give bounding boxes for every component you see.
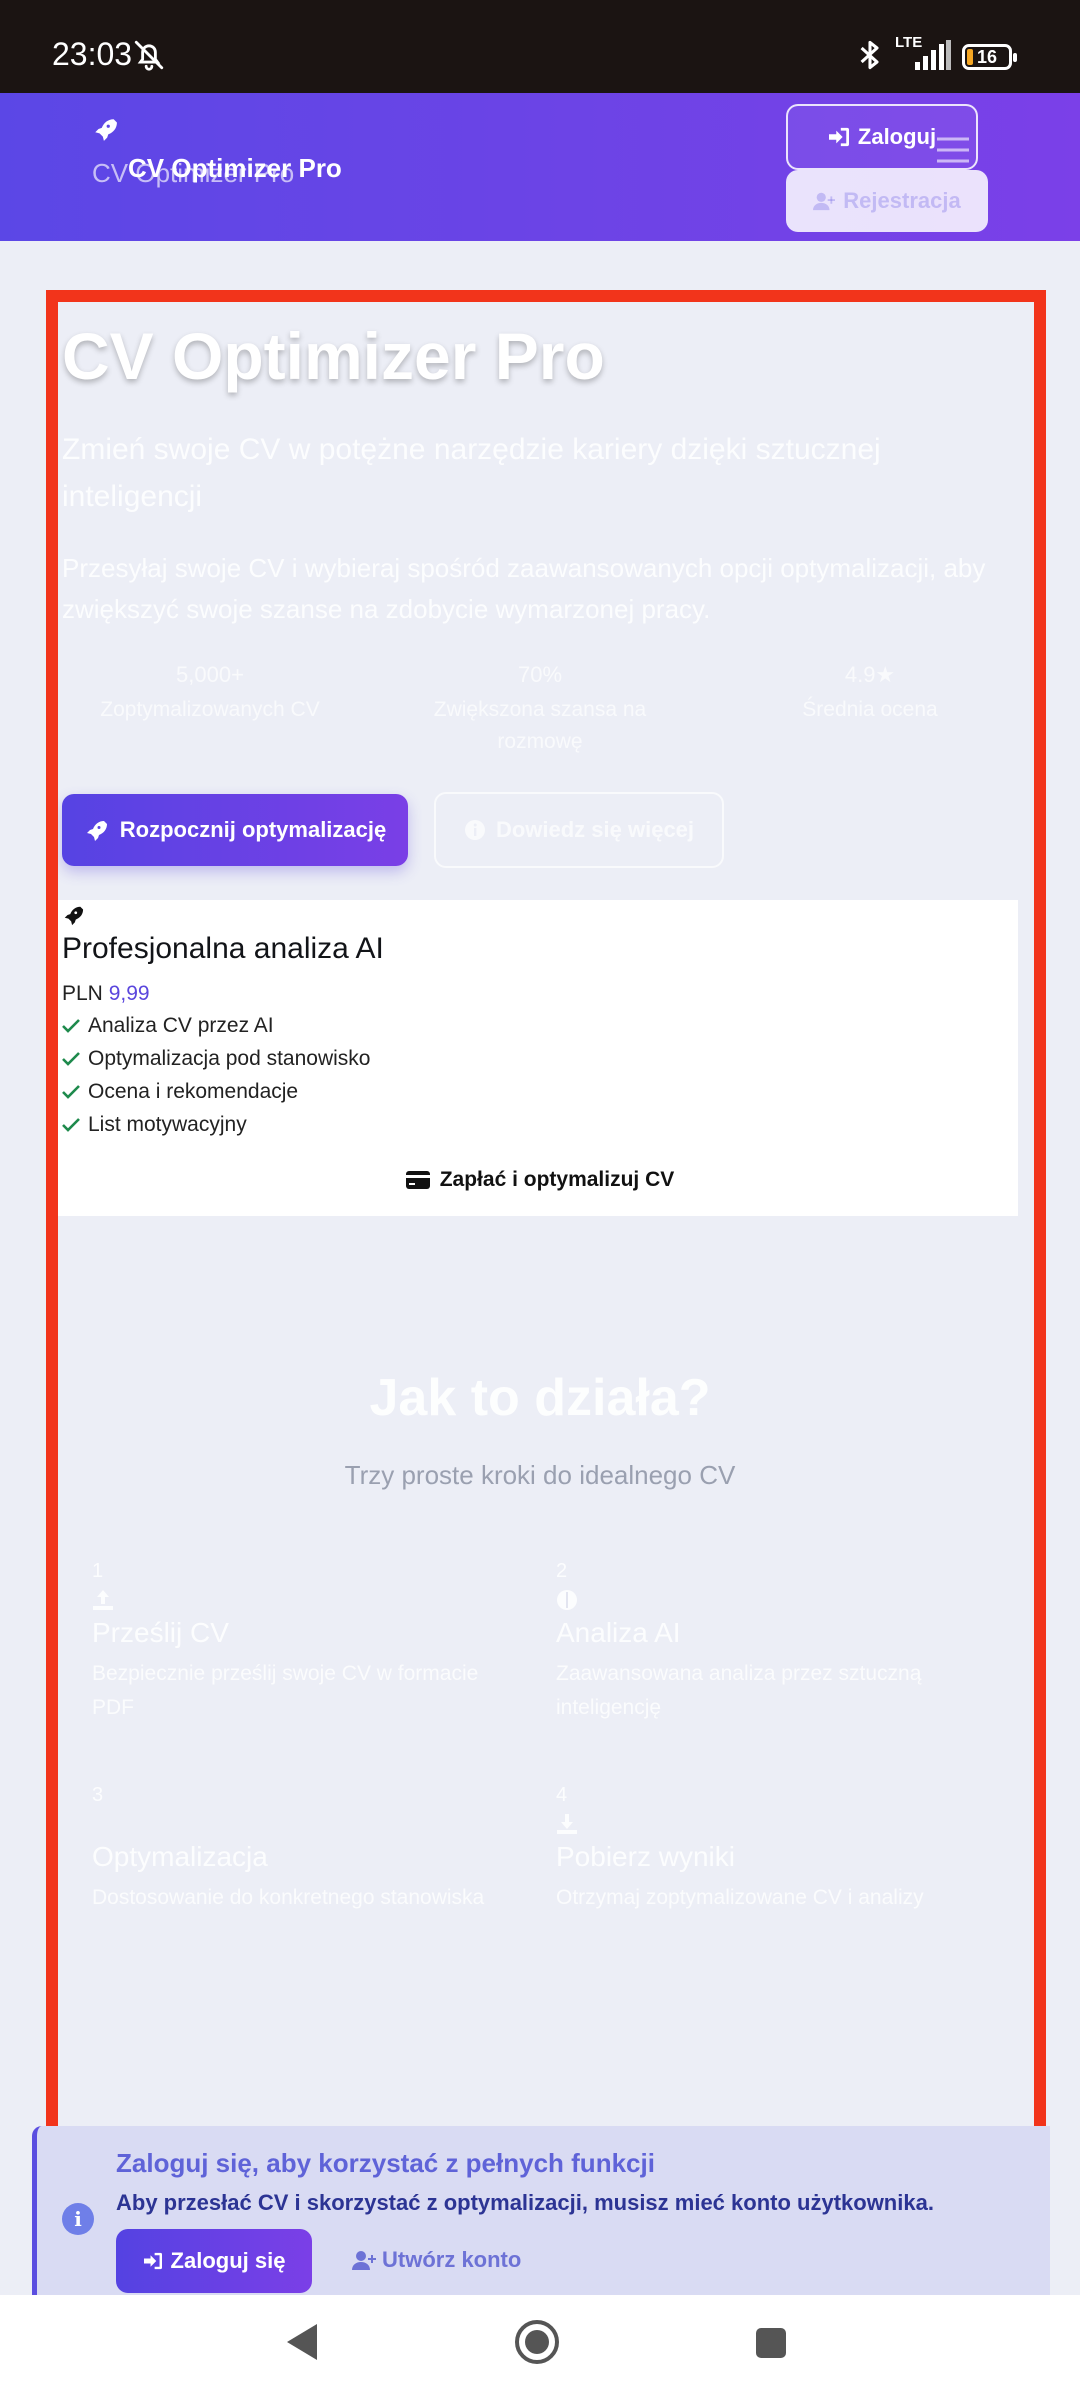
step-card: 3 Optymalizacja Dostosowanie do konkretn…	[92, 1784, 522, 1915]
upload-icon	[92, 1589, 522, 1611]
feature-label: Optymalizacja pod stanowisko	[88, 1047, 371, 1070]
step-number: 4	[556, 1784, 568, 1806]
recents-icon[interactable]	[756, 2328, 786, 2358]
price-amount: 9,99	[108, 982, 150, 1005]
info-icon	[464, 820, 485, 840]
stat-interview-chance: 70% Zwiększona szansa na rozmowę	[420, 662, 660, 758]
step-number: 1	[92, 1560, 104, 1582]
bluetooth-icon	[856, 38, 884, 77]
price-currency: PLN	[62, 982, 103, 1005]
feature-item: Optymalizacja pod stanowisko	[62, 1047, 370, 1071]
hero-subtitle: Zmień swoje CV w potężne narzędzie karie…	[62, 433, 881, 513]
create-account-link[interactable]: Utwórz konto	[352, 2247, 521, 2273]
sign-in-icon	[828, 127, 849, 147]
how-it-works-subtitle: Trzy proste kroki do idealnego CV	[344, 1460, 736, 1490]
step-card: 1 Prześlij CV Bezpiecznie prześlij swoje…	[92, 1560, 522, 1725]
pay-label: Zapłać i optymalizuj CV	[439, 1168, 675, 1191]
pricing-title: Profesjonalna analiza AI	[62, 932, 384, 965]
step-number: 3	[92, 1784, 104, 1806]
step-card: 4 Pobierz wyniki Otrzymaj zoptymalizowan…	[556, 1784, 986, 1915]
check-icon	[62, 1118, 80, 1132]
learn-more-button[interactable]: Dowiedz się więcej	[434, 792, 724, 868]
feature-label: Ocena i rekomendacje	[88, 1080, 299, 1103]
step-title: Optymalizacja	[92, 1841, 268, 1872]
feature-item: Ocena i rekomendacje	[62, 1080, 298, 1104]
stat-value: 5,000+	[176, 662, 244, 687]
rocket-icon	[86, 821, 107, 841]
download-icon	[556, 1813, 986, 1835]
check-icon	[62, 1085, 80, 1099]
step-title: Pobierz wyniki	[556, 1841, 735, 1872]
bell-muted-icon	[132, 38, 166, 77]
register-button[interactable]: Rejestracja	[786, 170, 988, 232]
brand-name[interactable]: CV Optimizer Pro	[128, 153, 342, 184]
stat-value: 70%	[517, 662, 563, 687]
check-icon	[62, 1052, 80, 1066]
learn-more-label: Dowiedz się więcej	[495, 817, 695, 842]
step-description: Otrzymaj zoptymalizowane CV i analizy	[556, 1886, 924, 1909]
banner-title: Zaloguj się, aby korzystać z pełnych fun…	[116, 2148, 655, 2178]
feature-label: List motywacyjny	[88, 1113, 247, 1136]
stat-label: Zoptymalizowanych CV	[100, 698, 320, 721]
step-number: 2	[556, 1560, 568, 1582]
stat-optimized: 5,000+ Zoptymalizowanych CV	[70, 662, 350, 726]
start-optimization-label: Rozpocznij optymalizację	[119, 817, 387, 842]
user-plus-icon	[813, 192, 836, 211]
credit-card-icon	[405, 1171, 430, 1189]
user-plus-icon	[352, 2251, 376, 2270]
step-title: Analiza AI	[556, 1617, 681, 1648]
start-optimization-button[interactable]: Rozpocznij optymalizację	[62, 794, 408, 866]
signal-icon	[915, 40, 951, 75]
register-label: Rejestracja	[843, 188, 961, 213]
how-it-works-title: Jak to działa?	[369, 1369, 711, 1427]
back-icon[interactable]	[283, 2322, 319, 2367]
pay-and-optimize-button[interactable]: Zapłać i optymalizuj CV	[380, 1163, 700, 1197]
home-icon-dot	[525, 2330, 549, 2354]
sign-in-icon	[143, 2252, 162, 2270]
feature-label: Analiza CV przez AI	[88, 1014, 274, 1037]
login-label: Zaloguj	[857, 124, 937, 149]
check-icon	[62, 1019, 80, 1033]
status-time: 23:03	[52, 36, 133, 72]
step-description: Dostosowanie do konkretnego stanowiska	[92, 1886, 485, 1909]
step-card: 2 Analiza AI Zaawansowana analiza przez …	[556, 1560, 986, 1725]
rocket-icon	[92, 116, 118, 147]
magic-icon	[92, 1813, 522, 1835]
info-icon: i	[62, 2203, 94, 2235]
hero-title: CV Optimizer Pro	[62, 319, 605, 393]
battery-level: 16	[976, 46, 998, 67]
battery-fill	[967, 49, 973, 65]
step-description: Bezpiecznie prześlij swoje CV w formacie…	[92, 1662, 479, 1719]
stat-value: 4.9★	[844, 662, 896, 687]
hero-description: Przesyłaj swoje CV i wybieraj spośród za…	[62, 553, 986, 624]
step-title: Prześlij CV	[92, 1617, 229, 1648]
stat-label: Średnia ocena	[802, 698, 938, 721]
brain-icon	[556, 1589, 986, 1611]
banner-login-label: Zaloguj się	[170, 2248, 286, 2273]
banner-login-button[interactable]: Zaloguj się	[116, 2229, 312, 2293]
banner-text: Aby przesłać CV i skorzystać z optymaliz…	[116, 2190, 934, 2215]
pricing-price: PLN 9,99	[62, 982, 150, 1006]
stat-rating: 4.9★ Średnia ocena	[770, 662, 970, 726]
step-description: Zaawansowana analiza przez sztuczną inte…	[556, 1662, 922, 1719]
feature-item: Analiza CV przez AI	[62, 1014, 274, 1038]
stat-label: Zwiększona szansa na rozmowę	[433, 698, 647, 753]
rocket-icon	[62, 904, 84, 931]
menu-icon[interactable]	[935, 135, 971, 170]
battery-icon: 16	[962, 44, 1017, 70]
create-account-label: Utwórz konto	[382, 2247, 522, 2272]
feature-item: List motywacyjny	[62, 1113, 247, 1137]
